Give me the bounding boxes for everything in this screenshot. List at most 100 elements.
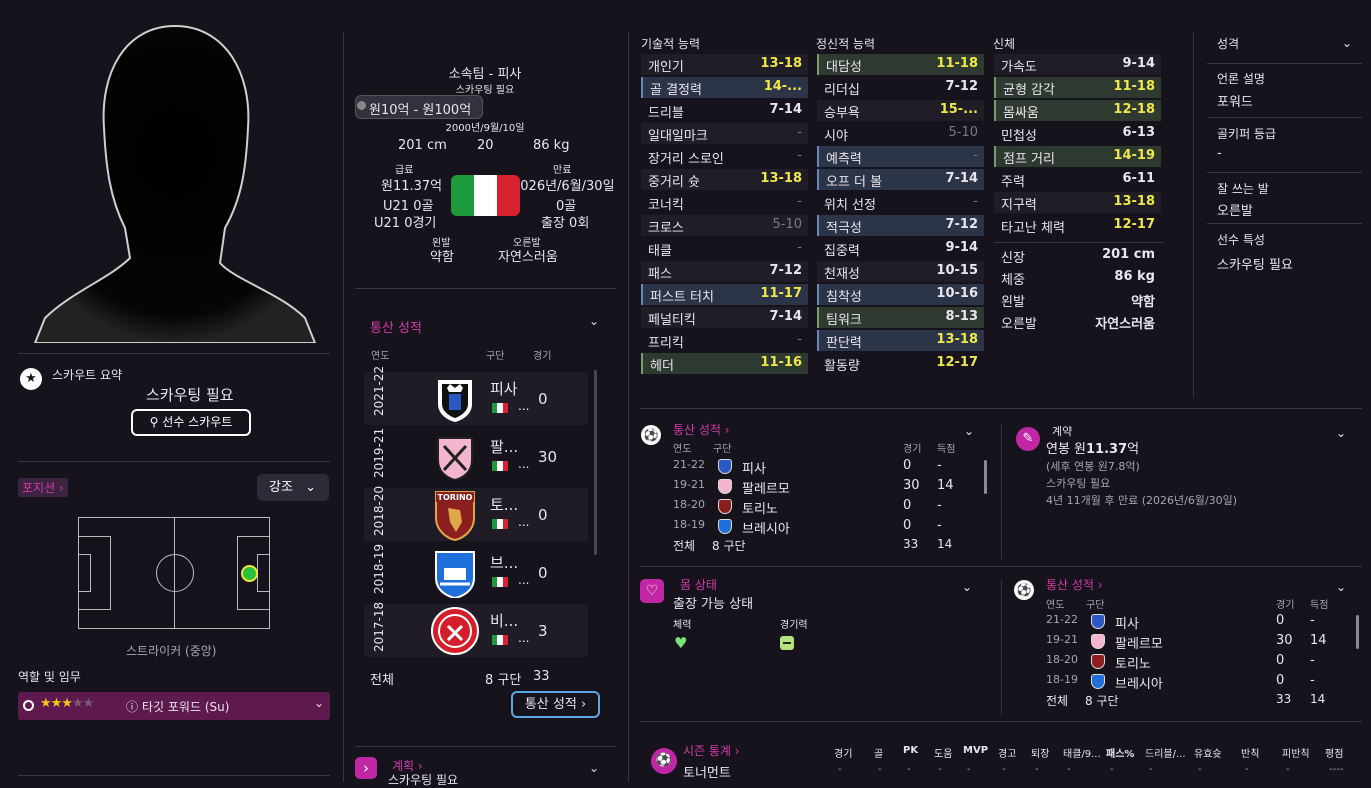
- emphasis-dropdown[interactable]: 강조 ⌄: [257, 474, 329, 501]
- mental-attribute[interactable]: 침착성 10-16: [817, 284, 984, 305]
- season-column-header[interactable]: MVP: [963, 745, 988, 756]
- season-column-header[interactable]: 피반칙: [1282, 745, 1310, 760]
- attribute-value: 약함: [1131, 295, 1155, 310]
- chevron-down-icon[interactable]: ⌄: [1336, 426, 1346, 440]
- mental-attribute[interactable]: 팀워크 8-13: [817, 307, 984, 328]
- career-club: 팔...: [490, 438, 519, 456]
- physical-attribute[interactable]: 타고난 체력 12-17: [994, 215, 1161, 236]
- season-column-header[interactable]: PK: [903, 745, 918, 756]
- technical-attribute[interactable]: 드리블 7-14: [641, 100, 808, 121]
- mental-attribute[interactable]: 승부욕 15-...: [817, 100, 984, 121]
- position-tag[interactable]: 포지션 ›: [18, 478, 68, 497]
- mental-attribute[interactable]: 시야 5-10: [817, 123, 984, 144]
- mental-attribute[interactable]: 판단력 13-18: [817, 330, 984, 351]
- season-column-header[interactable]: 유효슛: [1194, 745, 1222, 760]
- season-title[interactable]: 시즌 통계 ›: [683, 742, 740, 759]
- technical-attribute[interactable]: 개인기 13-18: [641, 54, 808, 75]
- chevron-down-icon[interactable]: ⌄: [589, 761, 599, 775]
- right-foot-value: 자연스러움: [498, 250, 558, 265]
- technical-attribute[interactable]: 크로스 5-10: [641, 215, 808, 236]
- mental-attribute[interactable]: 집중력 9-14: [817, 238, 984, 259]
- technical-attribute[interactable]: 일대일마크 -: [641, 123, 808, 144]
- technical-attribute[interactable]: 골 결정력 14-...: [641, 77, 808, 98]
- physical-attribute[interactable]: 가속도 9-14: [994, 54, 1161, 75]
- season-column-header[interactable]: 경고: [998, 745, 1016, 760]
- chevron-down-icon[interactable]: ⌄: [589, 314, 599, 328]
- technical-attribute[interactable]: 장거리 스로인 -: [641, 146, 808, 167]
- col-club: 구단: [486, 351, 505, 362]
- search-icon: ⚲: [149, 415, 159, 429]
- physical-detail[interactable]: 체중 86 kg: [994, 267, 1161, 288]
- season-column-header[interactable]: 도움: [934, 745, 952, 760]
- attribute-value: 13-18: [760, 171, 802, 186]
- row-goals: -: [937, 498, 942, 513]
- technical-attribute[interactable]: 코너킥 -: [641, 192, 808, 213]
- physical-attribute[interactable]: 지구력 13-18: [994, 192, 1161, 213]
- physical-attribute[interactable]: 민첩성 6-13: [994, 123, 1161, 144]
- scrollbar[interactable]: [1356, 615, 1359, 649]
- season-column-header[interactable]: 퇴장: [1031, 745, 1049, 760]
- physical-detail[interactable]: 신장 201 cm: [994, 245, 1161, 266]
- season-value: -: [1035, 764, 1039, 775]
- mental-attribute[interactable]: 오프 더 볼 7-14: [817, 169, 984, 190]
- season-column-header[interactable]: 경기: [834, 745, 852, 760]
- mental-attribute[interactable]: 적극성 7-12: [817, 215, 984, 236]
- physical-detail[interactable]: 왼발 약함: [994, 289, 1161, 310]
- career-row[interactable]: 2019-21 팔... ... 30: [364, 428, 588, 483]
- career-small-title[interactable]: 통산 성적 ›: [673, 421, 730, 438]
- attribute-name: 몸싸움: [1003, 106, 1039, 121]
- career-small-title-2[interactable]: 통산 성적 ›: [1046, 576, 1103, 593]
- italy-flag-icon: [492, 519, 508, 529]
- col-year: 연도: [371, 351, 390, 362]
- row-club: 토리노: [1115, 657, 1151, 672]
- mental-attribute[interactable]: 리더십 7-12: [817, 77, 984, 98]
- header-scout-needed: 스카우팅 필요: [455, 85, 515, 96]
- season-column-header[interactable]: 평점: [1325, 745, 1343, 760]
- attribute-name: 태클: [648, 244, 672, 259]
- italy-flag-icon: [492, 635, 508, 645]
- physical-detail[interactable]: 오른발 자연스러움: [994, 311, 1161, 332]
- brescia-crest-icon: [435, 551, 475, 598]
- season-column-header[interactable]: 드리블/...: [1145, 745, 1186, 760]
- total-label: 전체: [1046, 694, 1069, 708]
- technical-attribute[interactable]: 퍼스트 터치 11-17: [641, 284, 808, 305]
- scrollbar[interactable]: [984, 460, 987, 494]
- career-row[interactable]: 2018-19 브... ... 0: [364, 544, 588, 599]
- divider: [994, 242, 1164, 243]
- mental-attribute[interactable]: 대담성 11-18: [817, 54, 984, 75]
- career-title[interactable]: 통산 성적: [370, 317, 422, 336]
- mental-attribute[interactable]: 예측력 -: [817, 146, 984, 167]
- mental-attribute[interactable]: 위치 선정 -: [817, 192, 984, 213]
- career-row[interactable]: 2017-18 비... ... 3: [364, 602, 588, 657]
- scout-player-button[interactable]: ⚲ 선수 스카우트: [131, 409, 251, 436]
- chevron-down-icon[interactable]: ⌄: [1336, 580, 1346, 594]
- season-column-header[interactable]: 태클/9...: [1063, 745, 1101, 760]
- season-column-header[interactable]: 패스%: [1106, 745, 1134, 760]
- season-column-header[interactable]: 반칙: [1241, 745, 1259, 760]
- chevron-down-icon[interactable]: ⌄: [1342, 36, 1352, 50]
- technical-attribute[interactable]: 패스 7-12: [641, 261, 808, 282]
- chevron-down-icon[interactable]: ⌄: [962, 580, 972, 594]
- attribute-value: 13-18: [760, 56, 802, 71]
- mental-attribute[interactable]: 활동량 12-17: [817, 353, 984, 374]
- physical-attribute[interactable]: 균형 감각 11-18: [994, 77, 1161, 98]
- physical-attribute[interactable]: 주력 6-11: [994, 169, 1161, 190]
- technical-attribute[interactable]: 페널티킥 7-14: [641, 307, 808, 328]
- technical-attribute[interactable]: 프리킥 -: [641, 330, 808, 351]
- technical-attribute[interactable]: 헤더 11-16: [641, 353, 808, 374]
- attribute-value: 6-11: [1122, 171, 1155, 186]
- physical-attribute[interactable]: 몸싸움 12-18: [994, 100, 1161, 121]
- physical-attribute[interactable]: 점프 거리 14-19: [994, 146, 1161, 167]
- chevron-down-icon[interactable]: ⌄: [964, 424, 974, 438]
- club-line: 소속팀 - 피사: [448, 67, 522, 82]
- role-selector[interactable]: ★★★★★ ⓘ 타깃 포워드 (Su) ⌄: [18, 692, 330, 720]
- mental-attribute[interactable]: 천재성 10-15: [817, 261, 984, 282]
- technical-attribute[interactable]: 태클 -: [641, 238, 808, 259]
- career-stats-button[interactable]: 통산 성적 ›: [511, 691, 600, 718]
- career-apps: 30: [538, 448, 558, 466]
- career-row[interactable]: 2018-20 TORINO 토... ... 0: [364, 486, 588, 542]
- technical-attribute[interactable]: 중거리 슛 13-18: [641, 169, 808, 190]
- season-column-header[interactable]: 골: [874, 745, 883, 760]
- career-row[interactable]: 2021-22 피사 ... 0: [364, 366, 588, 425]
- career-scrollbar[interactable]: [594, 370, 597, 555]
